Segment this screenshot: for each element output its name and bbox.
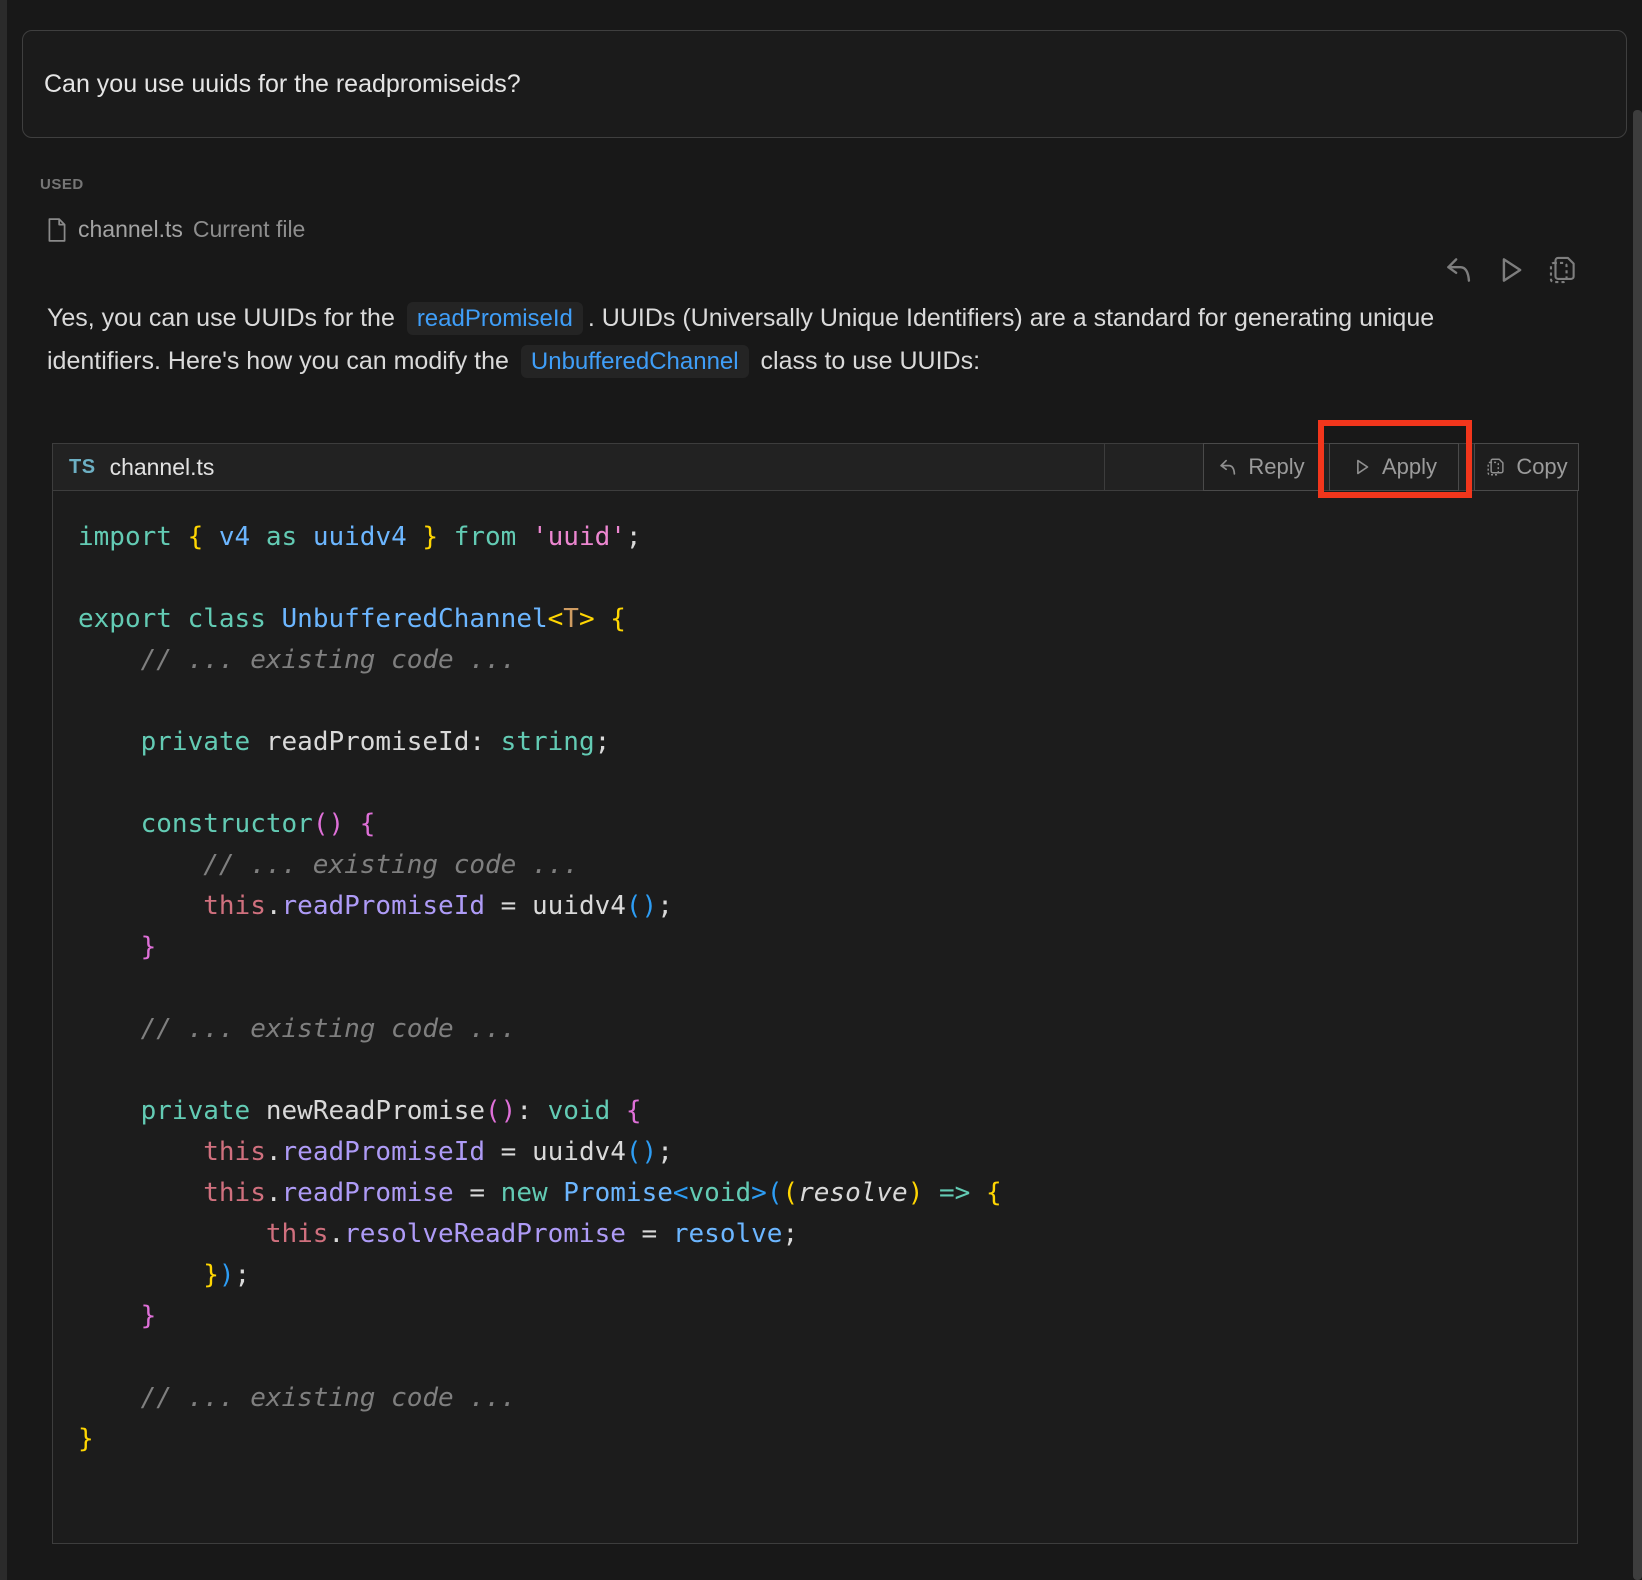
code-line: import { v4 as uuidv4 } from 'uuid'; <box>78 517 1559 558</box>
code-line: this.readPromise = new Promise<void>((re… <box>78 1173 1559 1214</box>
code-line <box>78 1337 1559 1378</box>
copy-button[interactable]: Copy <box>1474 443 1579 491</box>
reply-arrow-icon <box>1217 456 1239 478</box>
reply-icon-button[interactable] <box>1440 250 1478 290</box>
code-line: private newReadPromise(): void { <box>78 1091 1559 1132</box>
code-line: // ... existing code ... <box>78 1009 1559 1050</box>
run-icon-button[interactable] <box>1492 250 1530 290</box>
language-badge: TS <box>69 456 96 479</box>
code-line: // ... existing code ... <box>78 640 1559 681</box>
play-icon <box>1494 253 1528 287</box>
code-line <box>78 558 1559 599</box>
code-line: }); <box>78 1255 1559 1296</box>
scrollbar-thumb[interactable] <box>1633 110 1642 1580</box>
code-line: this.readPromiseId = uuidv4(); <box>78 886 1559 927</box>
message-actions <box>1440 250 1582 290</box>
code-line <box>78 763 1559 804</box>
code-line: // ... existing code ... <box>78 1378 1559 1419</box>
file-icon <box>46 217 68 243</box>
code-line: this.resolveReadPromise = resolve; <box>78 1214 1559 1255</box>
user-message-text: Can you use uuids for the readpromiseids… <box>23 70 521 99</box>
context-file-name: channel.ts <box>78 216 183 243</box>
code-line: this.readPromiseId = uuidv4(); <box>78 1132 1559 1173</box>
inline-code: UnbufferedChannel <box>521 345 749 378</box>
code-line: constructor() { <box>78 804 1559 845</box>
user-message: Can you use uuids for the readpromiseids… <box>22 30 1627 138</box>
header-divider <box>1104 444 1105 490</box>
reply-button-label: Reply <box>1248 454 1304 480</box>
chat-panel: Can you use uuids for the readpromiseids… <box>0 0 1642 1580</box>
code-block-header: TS channel.ts Reply Apply <box>53 444 1577 491</box>
assistant-response-text: Yes, you can use UUIDs for the readPromi… <box>47 297 1519 383</box>
apply-button[interactable]: Apply <box>1329 443 1459 491</box>
code-block-filename: channel.ts <box>110 454 215 481</box>
code-line: } <box>78 927 1559 968</box>
copy-icon <box>1546 253 1580 287</box>
code-line <box>78 681 1559 722</box>
play-icon <box>1351 456 1373 478</box>
left-gutter <box>0 0 7 1580</box>
code-line <box>78 968 1559 1009</box>
used-label: USED <box>40 176 84 193</box>
code-line: } <box>78 1296 1559 1337</box>
code-line <box>78 1050 1559 1091</box>
code-line: } <box>78 1419 1559 1460</box>
context-file-status: Current file <box>193 216 305 243</box>
code-line: export class UnbufferedChannel<T> { <box>78 599 1559 640</box>
reply-arrow-icon <box>1442 253 1476 287</box>
code-content: import { v4 as uuidv4 } from 'uuid'; exp… <box>53 491 1577 1500</box>
copy-icon-button[interactable] <box>1544 250 1582 290</box>
code-line: // ... existing code ... <box>78 845 1559 886</box>
code-line: private readPromiseId: string; <box>78 722 1559 763</box>
apply-button-label: Apply <box>1382 454 1437 480</box>
inline-code: readPromiseId <box>407 302 583 335</box>
context-file-item[interactable]: channel.ts Current file <box>46 216 305 243</box>
copy-icon <box>1485 456 1507 478</box>
code-block: TS channel.ts Reply Apply <box>52 443 1578 1544</box>
reply-button[interactable]: Reply <box>1203 443 1319 491</box>
copy-button-label: Copy <box>1516 454 1567 480</box>
